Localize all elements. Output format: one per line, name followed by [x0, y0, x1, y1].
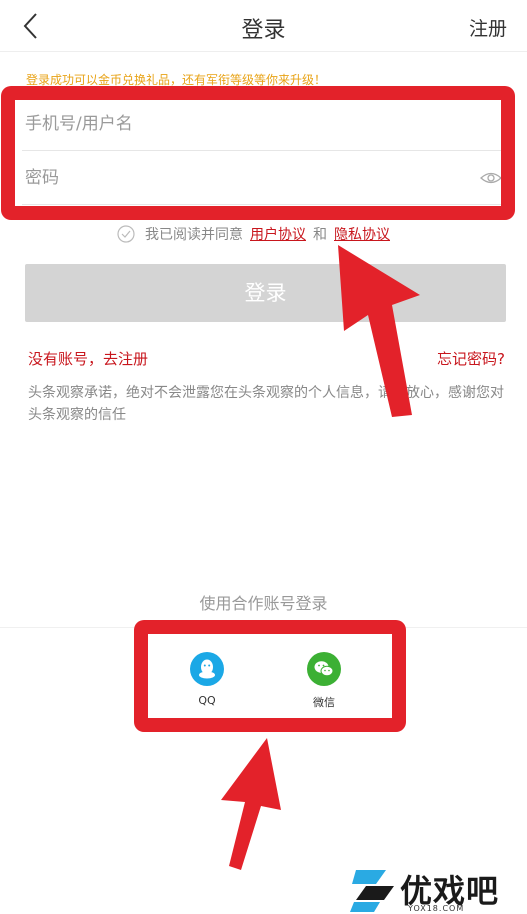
annotation-arrow-up-bottom	[221, 738, 281, 870]
wechat-login-button[interactable]: 微信	[294, 652, 354, 710]
wechat-label: 微信	[313, 696, 335, 709]
privacy-agreement-link[interactable]: 隐私协议	[334, 224, 390, 244]
user-agreement-link[interactable]: 用户协议	[250, 224, 306, 244]
annotation-box-social	[134, 620, 406, 732]
forgot-password-link[interactable]: 忘记密码?	[437, 348, 505, 369]
username-field-row	[22, 97, 506, 151]
qq-login-button[interactable]: QQ	[177, 652, 237, 707]
checkbox-icon[interactable]	[117, 225, 135, 243]
page-title: 登录	[241, 18, 286, 43]
privacy-notice: 头条观察承诺，绝对不会泄露您在头条观察的个人信息，请您放心，感谢您对头条观察的信…	[28, 385, 504, 423]
register-prompt-link[interactable]: 没有账号，去注册	[28, 348, 148, 369]
agreement-row: 我已阅读并同意 用户协议 和 隐私协议	[117, 224, 390, 244]
agreement-and: 和	[313, 227, 327, 243]
login-button[interactable]: 登录	[25, 264, 506, 322]
divider	[0, 627, 527, 628]
promo-text: 登录成功可以金币兑换礼品，还有军衔等级等你来升级！	[26, 73, 327, 87]
wechat-icon	[307, 652, 341, 686]
qq-label: QQ	[198, 694, 216, 707]
top-bar: 登录 注册	[0, 0, 527, 52]
agreement-prefix: 我已阅读并同意	[145, 227, 243, 243]
password-field-row	[22, 151, 506, 205]
qq-icon	[190, 652, 224, 686]
password-input[interactable]	[22, 151, 506, 204]
eye-icon[interactable]	[480, 169, 502, 187]
watermark-url: YOX18.COM	[408, 904, 465, 913]
watermark-logo: 优戏吧 YOX18.COM	[350, 866, 525, 914]
username-input[interactable]	[22, 97, 506, 150]
logo-icon	[350, 870, 394, 912]
partner-login-title: 使用合作账号登录	[199, 594, 328, 613]
register-link[interactable]: 注册	[469, 14, 507, 41]
login-form	[22, 97, 506, 205]
